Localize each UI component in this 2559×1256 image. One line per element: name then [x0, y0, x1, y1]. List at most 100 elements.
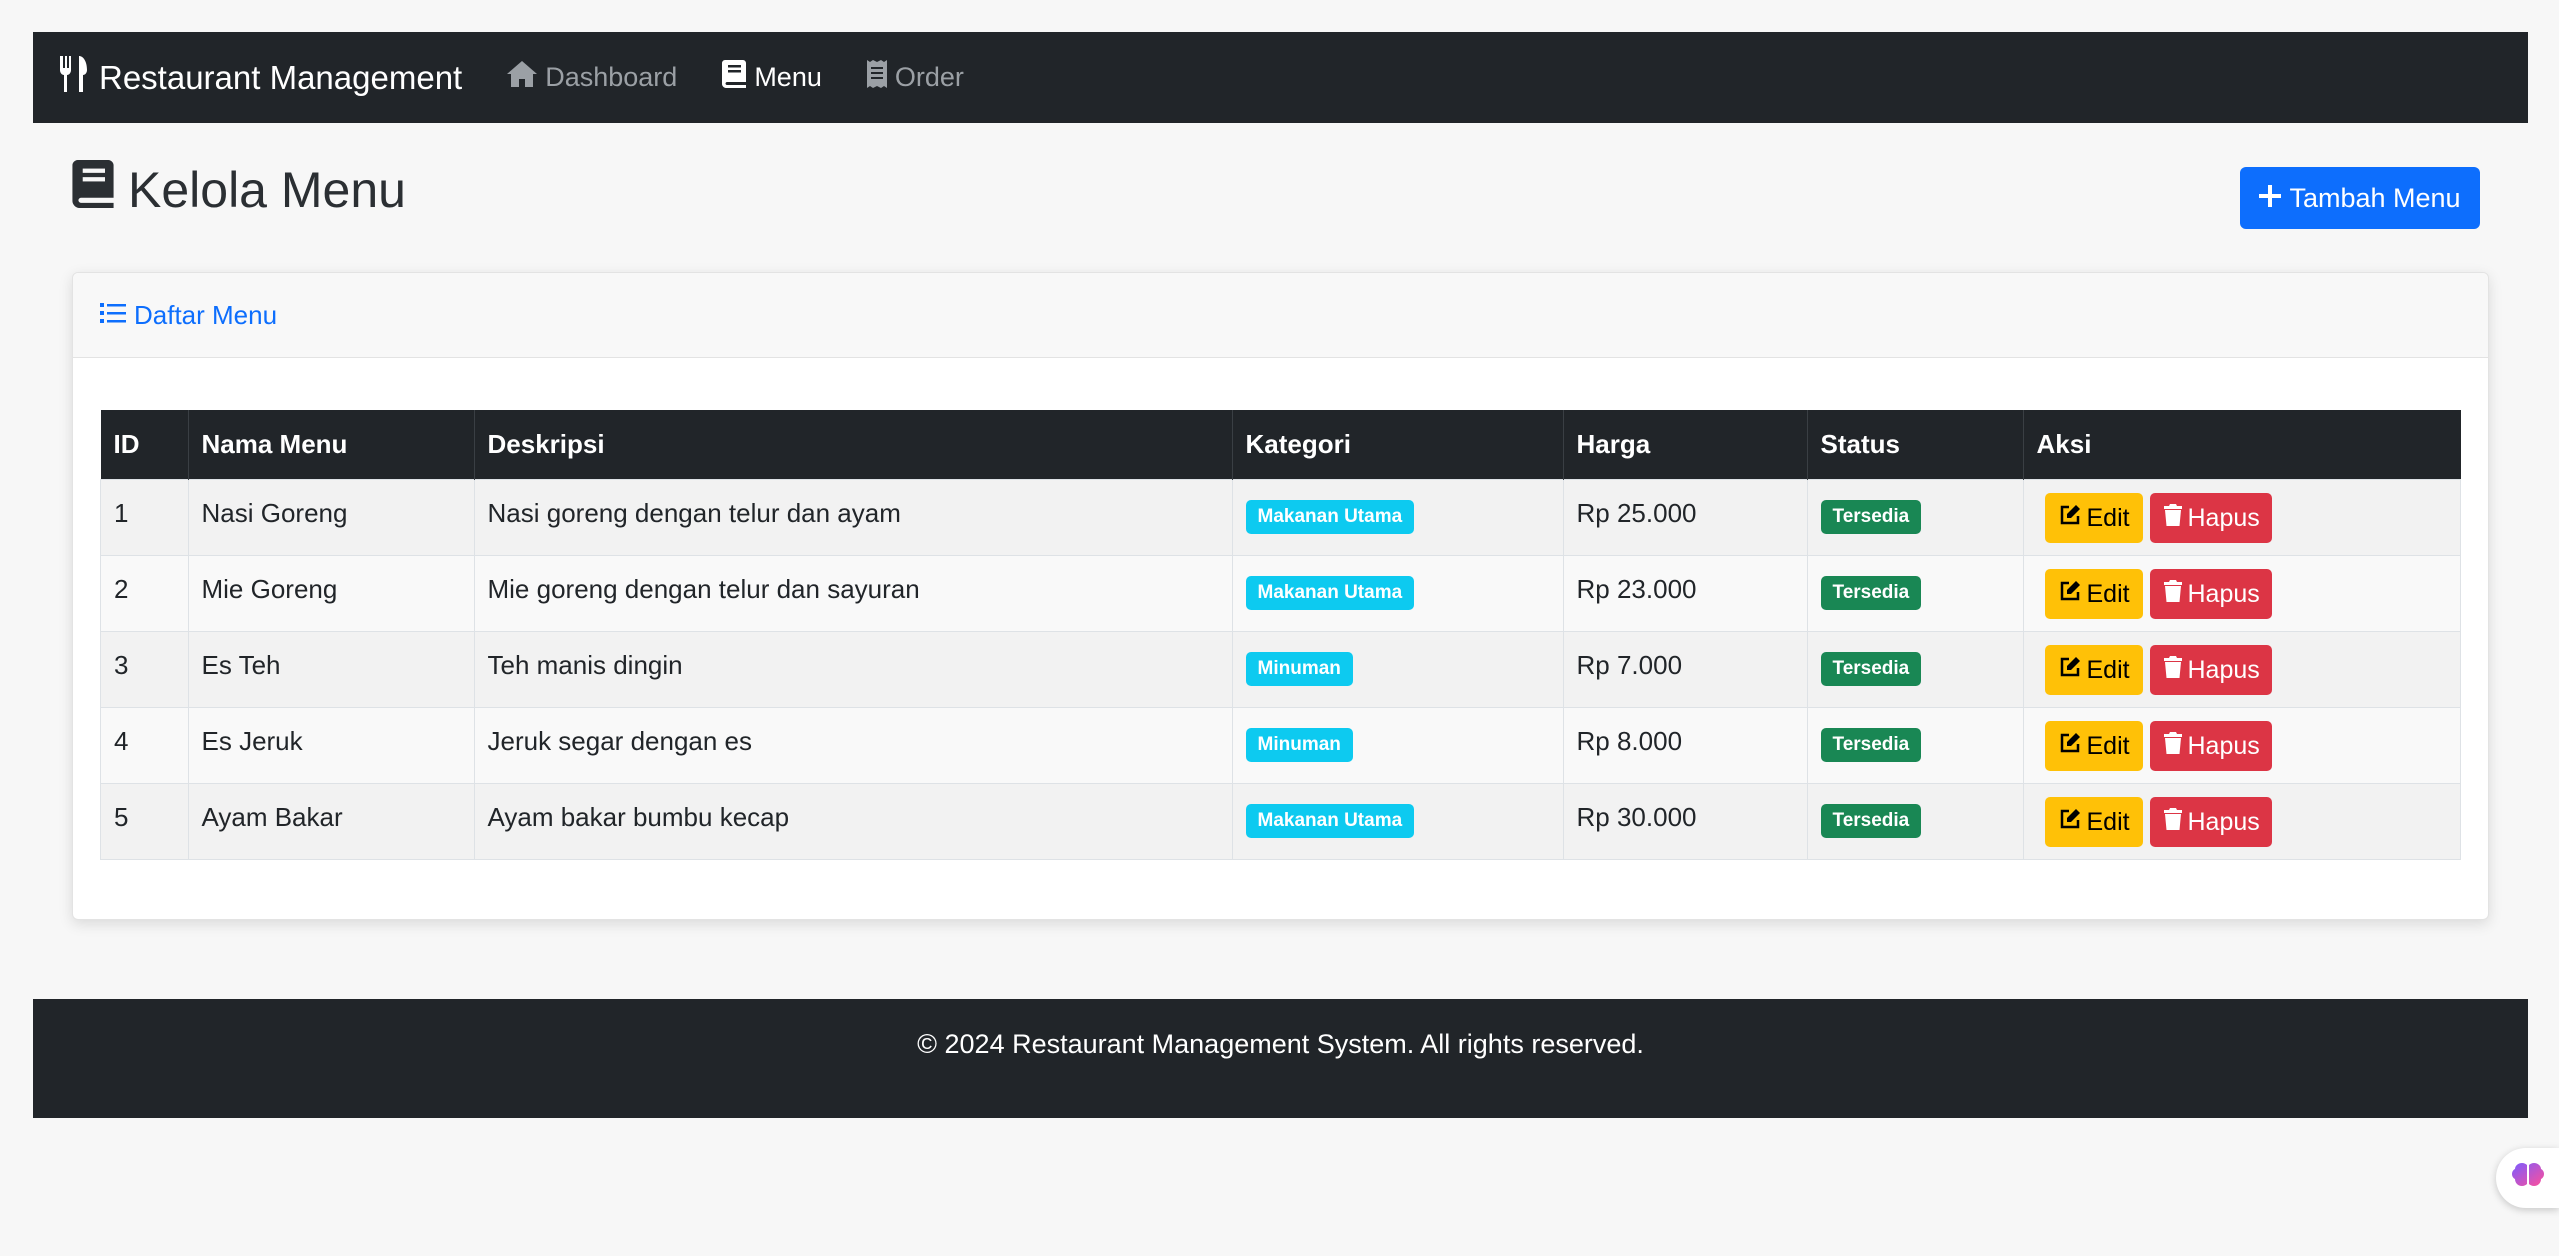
category-badge: Makanan Utama	[1245, 576, 1415, 610]
cell-description: Nasi goreng dengan telur dan ayam	[473, 479, 1233, 556]
page-title: Kelola Menu	[72, 160, 406, 220]
cell-description: Ayam bakar bumbu kecap	[473, 783, 1233, 860]
cell-category: Makanan Utama	[1231, 479, 1564, 556]
cell-status: Tersedia	[1806, 479, 2024, 556]
status-badge: Tersedia	[1820, 728, 1922, 762]
edit-button[interactable]: Edit	[2044, 797, 2143, 847]
category-badge: Makanan Utama	[1245, 804, 1415, 838]
utensils-icon	[59, 55, 99, 100]
navbar: Restaurant Management Dashboard Menu Ord…	[33, 32, 2528, 123]
table-row: 5 Ayam Bakar Ayam bakar bumbu kecap Makanan…	[100, 783, 2461, 860]
edit-label: Edit	[2086, 731, 2130, 760]
cell-id: 2	[100, 555, 189, 632]
column-header-description: Deskripsi	[473, 410, 1232, 480]
book-icon	[722, 60, 754, 95]
row-actions: Edit Hapus	[2044, 569, 2448, 619]
cell-name: Nasi Goreng	[187, 479, 475, 556]
cell-id: 1	[100, 479, 189, 556]
row-actions: Edit Hapus	[2044, 493, 2448, 543]
menu-table: ID Nama Menu Deskripsi Kategori Harga St…	[100, 410, 2461, 860]
cell-actions: Edit Hapus	[2022, 479, 2461, 556]
cell-status: Tersedia	[1806, 631, 2024, 708]
cell-price: Rp 8.000	[1562, 707, 1808, 784]
delete-button[interactable]: Hapus	[2149, 569, 2272, 619]
delete-button[interactable]: Hapus	[2149, 645, 2272, 695]
cell-name: Ayam Bakar	[187, 783, 475, 860]
delete-label: Hapus	[2187, 807, 2260, 836]
cell-actions: Edit Hapus	[2022, 783, 2461, 860]
category-badge: Makanan Utama	[1245, 500, 1415, 534]
cell-category: Minuman	[1231, 631, 1564, 708]
edit-label: Edit	[2086, 655, 2130, 684]
edit-button[interactable]: Edit	[2044, 569, 2143, 619]
list-icon	[100, 300, 134, 331]
edit-icon	[2059, 732, 2087, 761]
cell-status: Tersedia	[1806, 555, 2024, 632]
delete-button[interactable]: Hapus	[2149, 797, 2272, 847]
trash-icon	[2163, 655, 2188, 685]
table-row: 2 Mie Goreng Mie goreng dengan telur dan s…	[100, 555, 2461, 632]
nav-link-dashboard[interactable]: Dashboard	[507, 61, 677, 94]
cell-id: 4	[100, 707, 189, 784]
trash-icon	[2163, 731, 2188, 761]
plus-icon	[2259, 183, 2289, 214]
home-icon	[507, 61, 545, 94]
receipt-icon	[866, 60, 895, 95]
status-badge: Tersedia	[1820, 576, 1922, 610]
footer-text: © 2024 Restaurant Management System. All…	[917, 1029, 1644, 1059]
delete-label: Hapus	[2187, 731, 2260, 760]
status-badge: Tersedia	[1820, 652, 1922, 686]
edit-icon	[2059, 504, 2087, 533]
column-header-name: Nama Menu	[187, 410, 474, 480]
edit-label: Edit	[2086, 579, 2130, 608]
cell-actions: Edit Hapus	[2022, 631, 2461, 708]
cell-status: Tersedia	[1806, 707, 2024, 784]
add-menu-button[interactable]: Tambah Menu	[2240, 167, 2480, 229]
cell-category: Makanan Utama	[1231, 783, 1564, 860]
status-badge: Tersedia	[1820, 804, 1922, 838]
delete-button[interactable]: Hapus	[2149, 721, 2272, 771]
row-actions: Edit Hapus	[2044, 645, 2448, 695]
nav-link-label: Dashboard	[545, 62, 678, 92]
column-header-actions: Aksi	[2022, 410, 2461, 480]
table-header-row: ID Nama Menu Deskripsi Kategori Harga St…	[100, 410, 2461, 480]
nav-link-menu[interactable]: Menu	[722, 60, 822, 95]
assistant-button[interactable]	[2496, 1148, 2559, 1208]
trash-icon	[2163, 579, 2188, 609]
cell-description: Jeruk segar dengan es	[473, 707, 1233, 784]
book-icon	[72, 160, 128, 220]
category-badge: Minuman	[1245, 652, 1353, 686]
delete-label: Hapus	[2187, 655, 2260, 684]
edit-button[interactable]: Edit	[2044, 493, 2143, 543]
add-menu-label: Tambah Menu	[2289, 182, 2461, 213]
table-row: 3 Es Teh Teh manis dingin Minuman Rp 7.000 Te…	[100, 631, 2461, 708]
cell-id: 5	[100, 783, 189, 860]
edit-icon	[2059, 580, 2087, 609]
edit-button[interactable]: Edit	[2044, 645, 2143, 695]
row-actions: Edit Hapus	[2044, 721, 2448, 771]
cell-actions: Edit Hapus	[2022, 555, 2461, 632]
nav-link-order[interactable]: Order	[866, 60, 964, 95]
edit-button[interactable]: Edit	[2044, 721, 2143, 771]
card-header: Daftar Menu	[73, 273, 2488, 358]
card-header-title: Daftar Menu	[134, 299, 278, 330]
footer: © 2024 Restaurant Management System. All…	[33, 999, 2528, 1118]
delete-button[interactable]: Hapus	[2149, 493, 2272, 543]
cell-name: Es Jeruk	[187, 707, 475, 784]
cell-price: Rp 30.000	[1562, 783, 1808, 860]
cell-status: Tersedia	[1806, 783, 2024, 860]
column-header-status: Status	[1806, 410, 2023, 480]
category-badge: Minuman	[1245, 728, 1353, 762]
cell-price: Rp 25.000	[1562, 479, 1808, 556]
cell-name: Mie Goreng	[187, 555, 475, 632]
status-badge: Tersedia	[1820, 500, 1922, 534]
delete-label: Hapus	[2187, 579, 2260, 608]
cell-actions: Edit Hapus	[2022, 707, 2461, 784]
table-body: 1 Nasi Goreng Nasi goreng dengan telur dan…	[100, 479, 2461, 860]
page-title-text: Kelola Menu	[128, 162, 406, 218]
cell-category: Makanan Utama	[1231, 555, 1564, 632]
edit-icon	[2059, 656, 2087, 685]
brand-link[interactable]: Restaurant Management	[59, 55, 462, 100]
cell-id: 3	[100, 631, 189, 708]
edit-icon	[2059, 808, 2087, 837]
